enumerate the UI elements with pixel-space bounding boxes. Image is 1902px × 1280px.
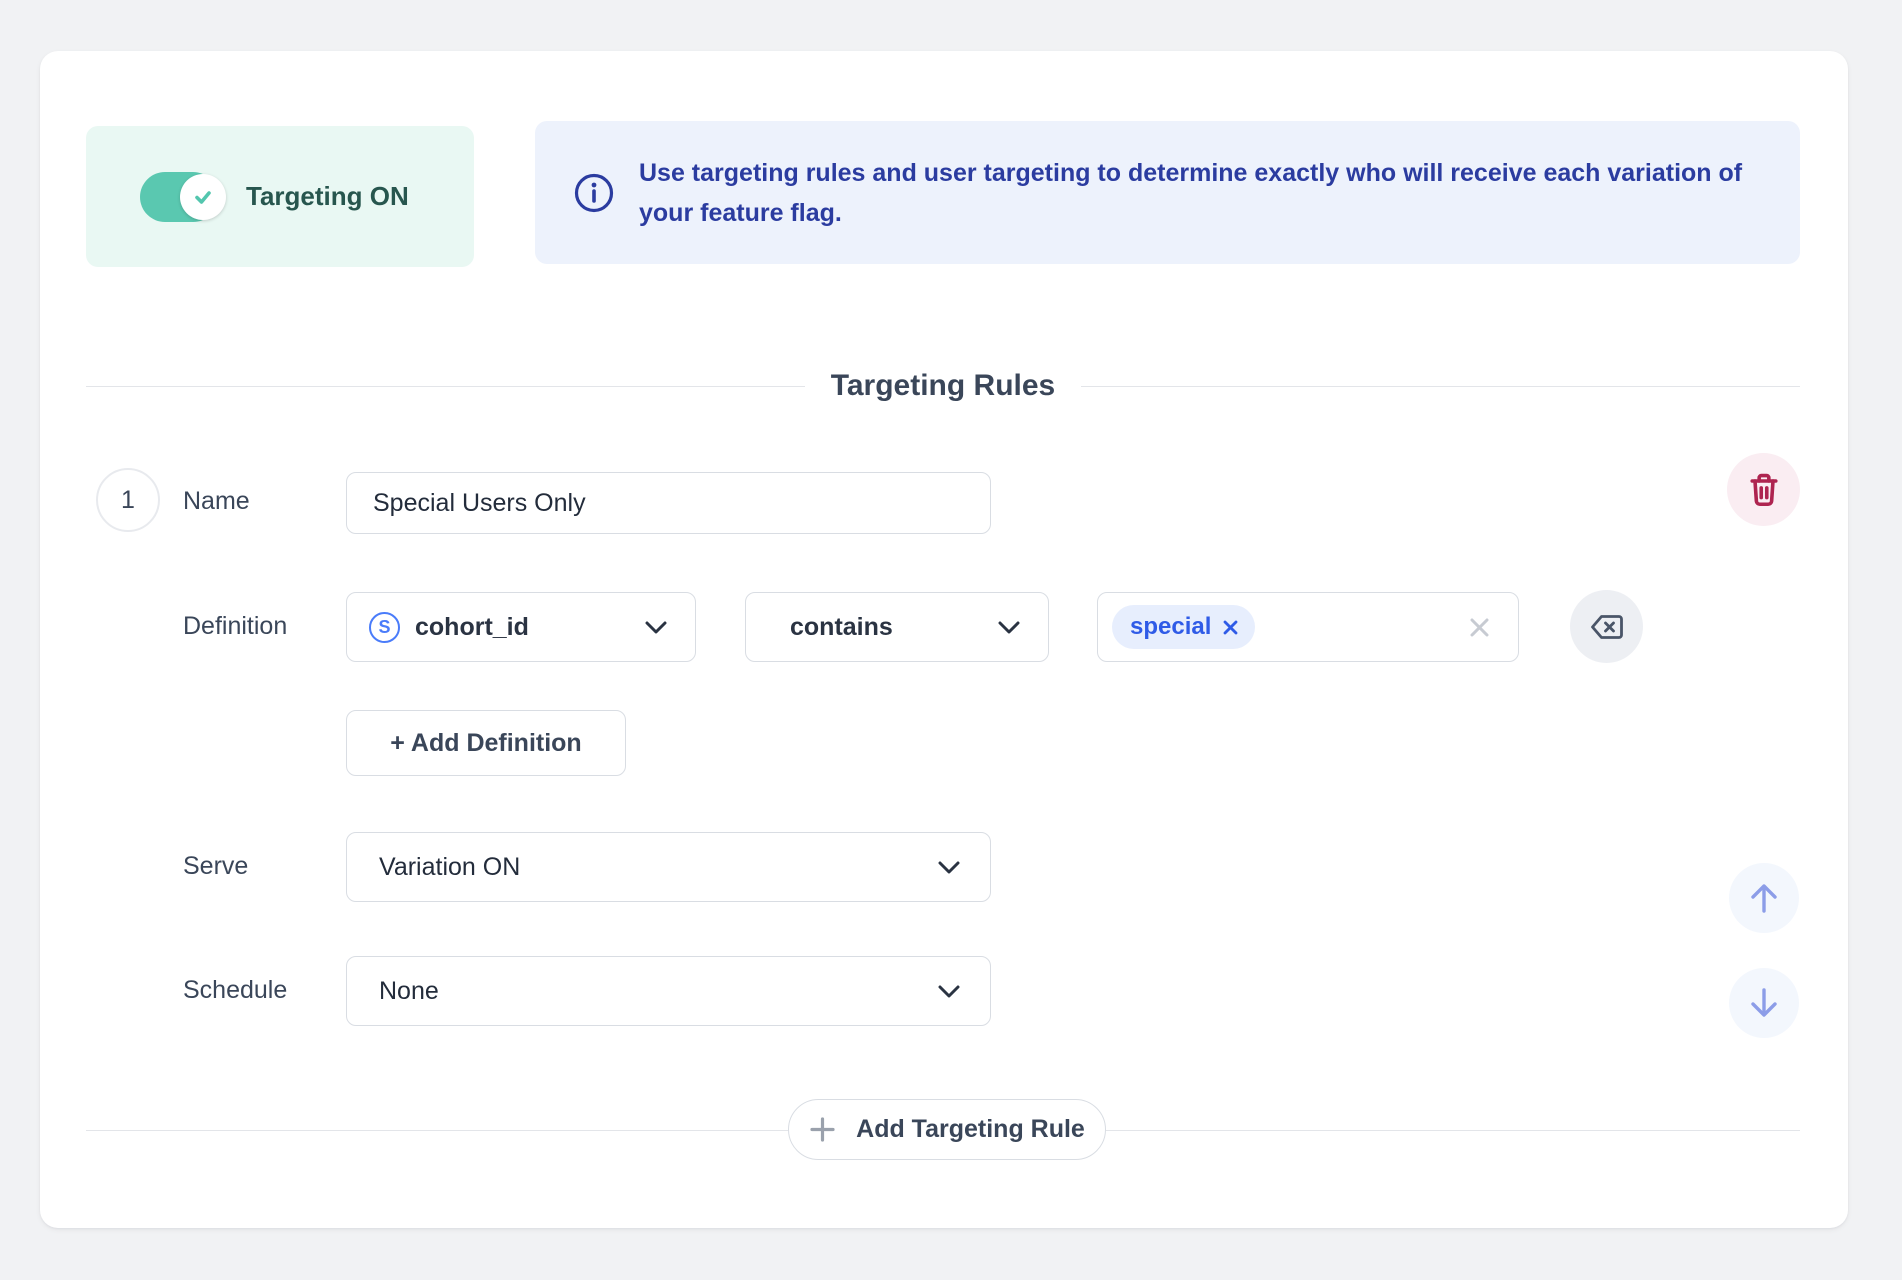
operator-value: contains: [790, 612, 893, 641]
attribute-dropdown[interactable]: S cohort_id: [346, 592, 696, 662]
chevron-down-icon: [938, 861, 960, 874]
info-icon: [573, 172, 615, 214]
chip-label: special: [1130, 613, 1212, 640]
serve-label: Serve: [183, 852, 249, 880]
arrow-up-icon: [1746, 880, 1782, 916]
rule-name-input[interactable]: [346, 472, 991, 534]
divider-line: [86, 385, 805, 387]
statsig-s-icon: S: [369, 611, 400, 643]
targeting-toggle-card: Targeting ON: [86, 126, 474, 267]
add-definition-button[interactable]: + Add Definition: [346, 710, 626, 776]
divider-line: [1081, 385, 1801, 387]
value-tag-input[interactable]: special: [1097, 592, 1519, 662]
serve-value: Variation ON: [379, 852, 521, 881]
remove-chip-icon[interactable]: [1222, 619, 1239, 636]
schedule-dropdown[interactable]: None: [346, 956, 991, 1026]
arrow-down-icon: [1746, 985, 1782, 1021]
chevron-down-icon: [938, 985, 960, 998]
move-rule-up-button[interactable]: [1729, 863, 1799, 933]
schedule-label: Schedule: [183, 976, 288, 1004]
remove-definition-button[interactable]: [1570, 590, 1643, 663]
info-banner-text: Use targeting rules and user targeting t…: [639, 158, 1743, 227]
clear-values-icon[interactable]: [1467, 615, 1492, 640]
rule-number-badge: 1: [96, 468, 160, 532]
chevron-down-icon: [998, 621, 1020, 634]
backspace-icon: [1589, 613, 1625, 641]
name-label: Name: [183, 487, 250, 515]
add-targeting-rule-label: Add Targeting Rule: [856, 1115, 1085, 1143]
chevron-down-icon: [645, 621, 667, 634]
targeting-toggle-label: Targeting ON: [246, 181, 409, 211]
serve-dropdown[interactable]: Variation ON: [346, 832, 991, 902]
section-title: Targeting Rules: [830, 369, 1056, 402]
operator-dropdown[interactable]: contains: [745, 592, 1049, 662]
check-icon: [191, 185, 215, 209]
value-chip: special: [1112, 605, 1256, 649]
delete-rule-button[interactable]: [1727, 453, 1800, 526]
move-rule-down-button[interactable]: [1729, 968, 1799, 1038]
info-banner: Use targeting rules and user targeting t…: [535, 121, 1800, 264]
definition-label: Definition: [183, 612, 288, 640]
attribute-value: cohort_id: [415, 612, 529, 641]
schedule-value: None: [379, 976, 439, 1005]
targeting-toggle[interactable]: [140, 171, 226, 222]
add-targeting-rule-button[interactable]: Add Targeting Rule: [788, 1099, 1106, 1160]
toggle-knob: [180, 173, 226, 220]
section-header: Targeting Rules: [86, 361, 1801, 411]
trash-icon: [1747, 472, 1781, 508]
plus-icon: [809, 1116, 836, 1143]
targeting-panel: Targeting ON Use targeting rules and use…: [40, 51, 1848, 1228]
